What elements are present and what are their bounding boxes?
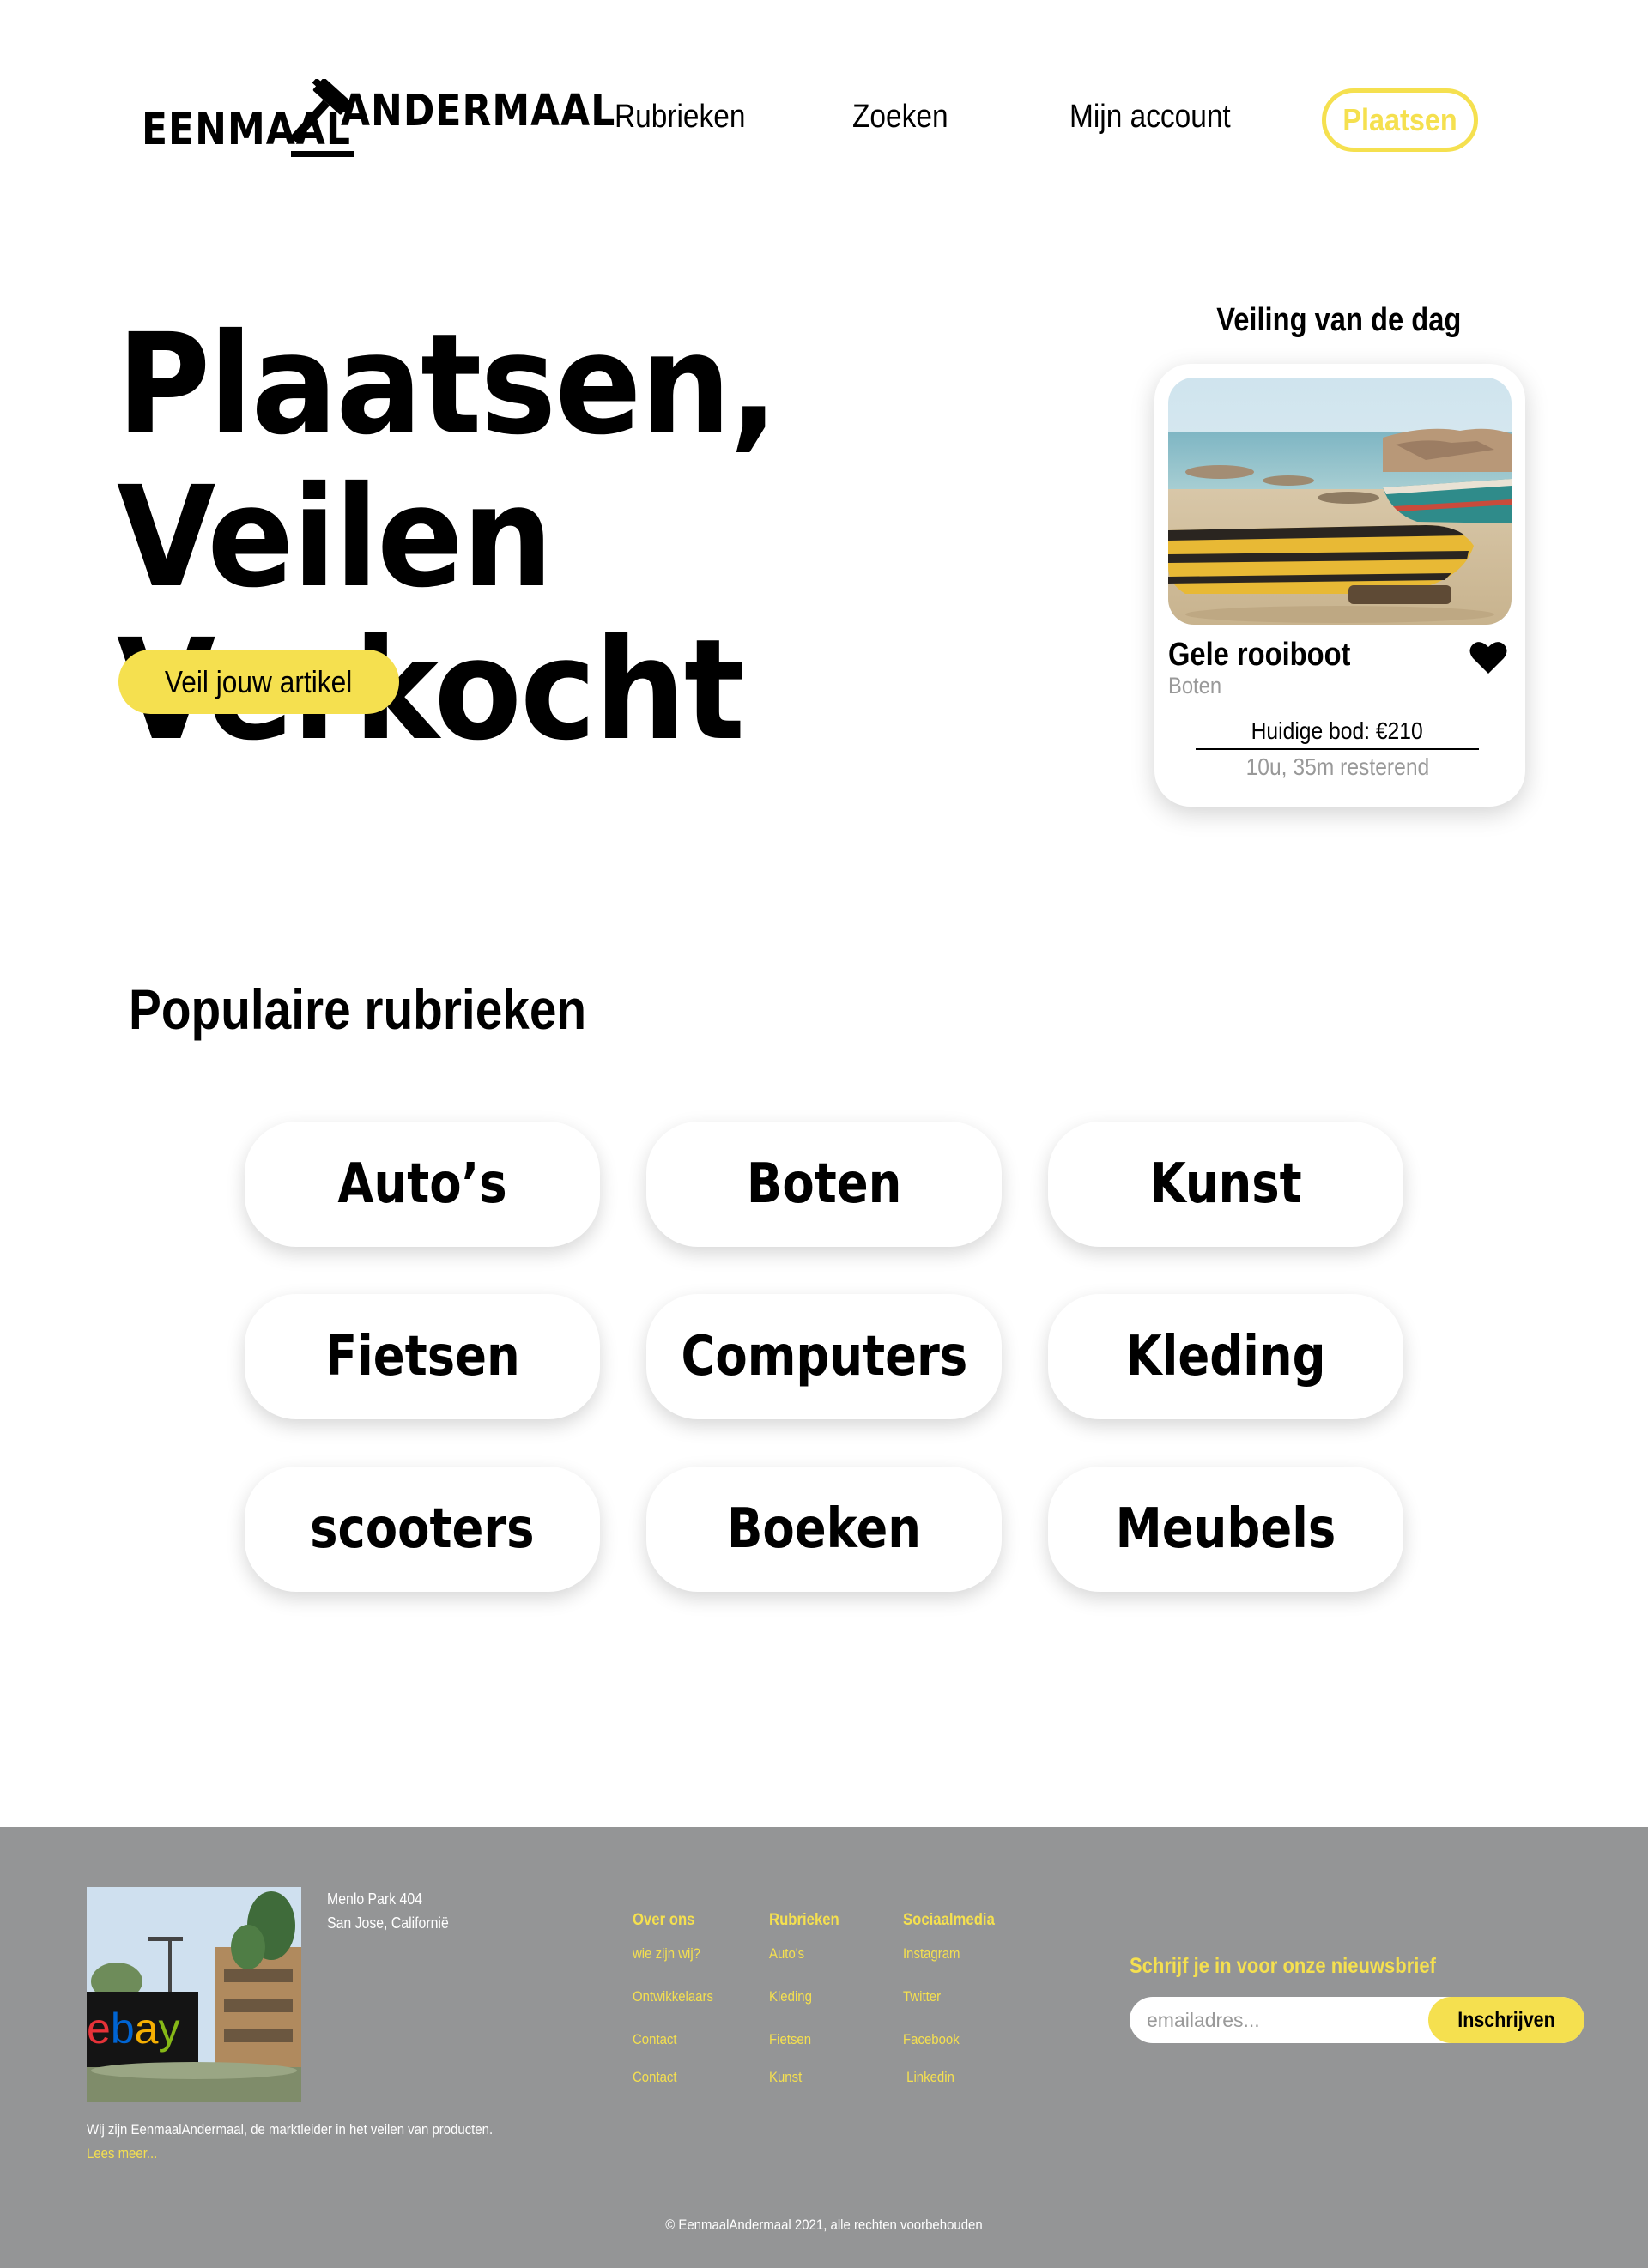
category-boeken[interactable]: Boeken: [646, 1467, 1002, 1592]
newsletter-email-input[interactable]: [1147, 1997, 1439, 2043]
footer-link-developers[interactable]: Ontwikkelaars: [633, 1988, 713, 2031]
nav-zoeken[interactable]: Zoeken: [852, 99, 948, 136]
heart-icon[interactable]: [1469, 640, 1507, 674]
footer-link-instagram[interactable]: Instagram: [903, 1945, 995, 1988]
category-scooters[interactable]: scooters: [245, 1467, 600, 1592]
hero-title-line-1: Plaatsen, Veilen: [117, 305, 779, 619]
nav-my-account[interactable]: Mijn account: [1069, 99, 1231, 136]
auction-item-category: Boten: [1168, 673, 1222, 699]
category-fietsen[interactable]: Fietsen: [245, 1294, 600, 1419]
footer-link-kunst[interactable]: Kunst: [769, 2069, 839, 2086]
category-computers[interactable]: Computers: [646, 1294, 1002, 1419]
place-listing-label: Plaatsen: [1342, 102, 1457, 137]
footer-link-kleding[interactable]: Kleding: [769, 1988, 839, 2031]
category-kunst[interactable]: Kunst: [1048, 1122, 1403, 1247]
read-more-link[interactable]: Lees meer...: [87, 2145, 157, 2162]
newsletter-subscribe-button[interactable]: Inschrijven: [1428, 1997, 1584, 2043]
logo-text-andermaal: ANDERMAAL: [341, 86, 616, 136]
auction-your-item-button[interactable]: Veil jouw artikel: [118, 650, 399, 714]
current-bid: Huidige bod: €210: [1196, 717, 1479, 750]
site-logo[interactable]: EENMAAL ANDERMAAL: [142, 79, 615, 158]
category-kleding[interactable]: Kleding: [1048, 1294, 1403, 1419]
newsletter-label: Schrijf je in voor onze nieuwsbrief: [1130, 1954, 1436, 1978]
popular-categories-title: Populaire rubrieken: [129, 977, 587, 1041]
auction-item-image[interactable]: [1168, 378, 1512, 625]
footer-link-who-are-we[interactable]: wie zijn wij?: [633, 1945, 713, 1988]
footer-column-sociaalmedia: Sociaalmedia Instagram Twitter Facebook …: [903, 1911, 1007, 2086]
auction-of-the-day-card[interactable]: Gele rooiboot Boten Huidige bod: €210 10…: [1154, 364, 1525, 807]
footer-column-heading: Sociaalmedia: [903, 1911, 995, 1929]
category-meubels[interactable]: Meubels: [1048, 1467, 1403, 1592]
footer-link-contact[interactable]: Contact: [633, 2031, 713, 2074]
footer-column-rubrieken: Rubrieken Auto's Kleding Fietsen Kunst: [769, 1911, 849, 2086]
auction-item-title[interactable]: Gele rooiboot: [1168, 637, 1350, 674]
category-autos[interactable]: Auto’s: [245, 1122, 600, 1247]
footer-column-heading: Rubrieken: [769, 1911, 839, 1929]
auction-of-the-day-heading: Veiling van de dag: [1216, 302, 1462, 338]
footer-column-over-ons: Over ons wie zijn wij? Ontwikkelaars Con…: [633, 1911, 724, 2086]
footer-link-autos[interactable]: Auto's: [769, 1945, 839, 1988]
rowboat-photo: [1168, 378, 1512, 625]
nav-rubrieken[interactable]: Rubrieken: [615, 99, 745, 136]
company-about-text: Wij zijn EenmaalAndermaal, de marktleide…: [87, 2121, 494, 2138]
headquarters-photo: ebay: [87, 1887, 301, 2102]
newsletter-form: Inschrijven: [1130, 1997, 1584, 2043]
place-listing-button[interactable]: Plaatsen: [1322, 88, 1478, 152]
auction-your-item-label: Veil jouw artikel: [165, 663, 353, 699]
footer-link-contact-2[interactable]: Contact: [633, 2069, 713, 2086]
site-footer: ebay Menlo Park 404 San Jose, Californië…: [0, 1827, 1648, 2268]
footer-link-twitter[interactable]: Twitter: [903, 1988, 995, 2031]
company-address: Menlo Park 404 San Jose, Californië: [327, 1890, 449, 1932]
footer-column-heading: Over ons: [633, 1911, 695, 1929]
footer-link-facebook[interactable]: Facebook: [903, 2031, 995, 2074]
ebay-sign: ebay: [87, 2005, 179, 2053]
footer-link-linkedin[interactable]: Linkedin: [903, 2069, 995, 2086]
time-remaining: 10u, 35m resterend: [1245, 753, 1429, 780]
footer-link-fietsen[interactable]: Fietsen: [769, 2031, 839, 2074]
copyright-notice: © EenmaalAndermaal 2021, alle rechten vo…: [665, 2217, 983, 2233]
category-boten[interactable]: Boten: [646, 1122, 1002, 1247]
